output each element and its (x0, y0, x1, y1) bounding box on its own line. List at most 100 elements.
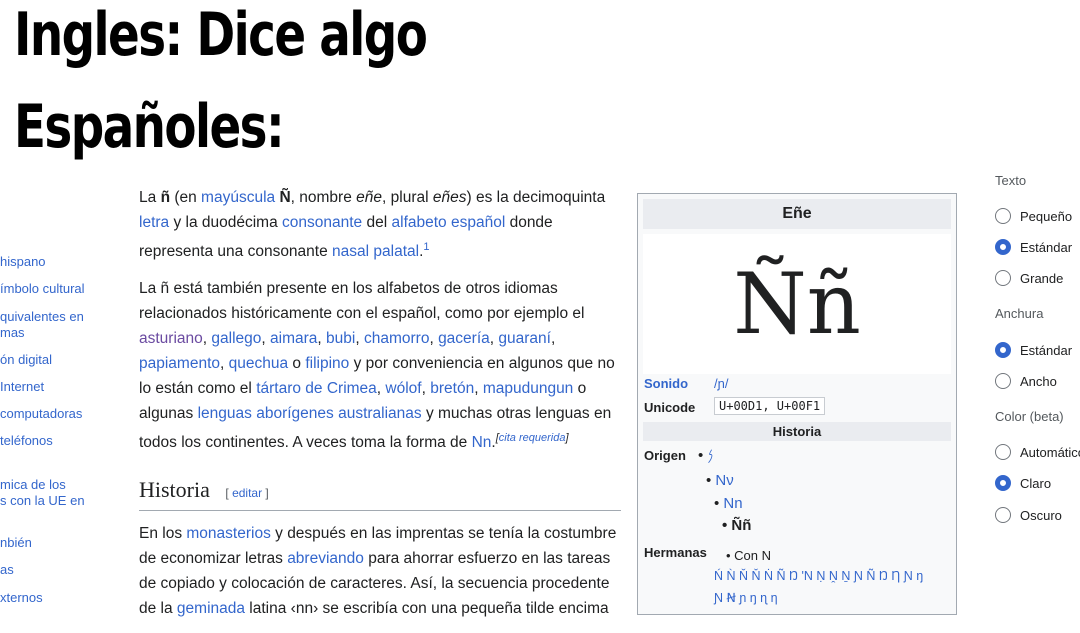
origen-item: • Nn (714, 495, 743, 512)
link-mapudungun[interactable]: mapudungun (483, 380, 574, 397)
origen-item: • Ññ (722, 517, 752, 534)
link-gaceria[interactable]: gacería (438, 330, 490, 347)
link-tartaro[interactable]: tártaro de Crimea (256, 380, 377, 397)
origen-item: • 𐤍 (698, 447, 714, 464)
hermanas-row[interactable]: Ń Ǹ Ň Ň Ṅ Ñ Ŋ 'N Ṇ Ṋ Ṉ Ɲ Ñ Ŋ Ƞ Ɲ ŋ (714, 569, 954, 583)
option-label: Grande (1020, 270, 1064, 286)
toc-item[interactable]: xternos (0, 590, 43, 605)
option-grande[interactable]: Grande (995, 270, 1063, 286)
link-monasterios[interactable]: monasterios (186, 525, 270, 542)
option-label: Oscuro (1020, 507, 1062, 523)
toc-item[interactable]: quivalentes en (0, 309, 84, 324)
text: En los (139, 525, 187, 543)
hermanas-label: Hermanas (644, 545, 707, 560)
option-estandar-width[interactable]: Estándar (995, 342, 1072, 358)
option-label: Automático (1020, 444, 1080, 460)
text: del (362, 214, 392, 231)
option-label: Pequeño (1020, 208, 1073, 224)
sonido-label: Sonido (644, 376, 688, 391)
origen-link[interactable]: 𐤍 (707, 447, 713, 464)
option-label: Estándar (1020, 239, 1073, 255)
option-oscuro[interactable]: Oscuro (995, 507, 1062, 523)
link-nn[interactable]: Nn (472, 434, 492, 451)
option-pequeno[interactable]: Pequeño (995, 208, 1072, 224)
link-quechua[interactable]: quechua (229, 355, 288, 372)
link-breton[interactable]: bretón (430, 380, 474, 397)
hermanas-row[interactable]: Ɲ Ꞥ ɲ ŋ ɳ ƞ (714, 590, 778, 605)
text: latina ‹nn› se escribía con una pequeña … (245, 600, 609, 618)
link-bubi[interactable]: bubi (326, 330, 355, 347)
citation-needed[interactable]: cita requerida (499, 432, 566, 444)
option-label: Estándar (1020, 342, 1073, 358)
edit-section: [ editar ] (225, 486, 269, 501)
paragraph-intro: La ñ (en mayúscula Ñ, nombre eñe, plural… (139, 189, 606, 261)
link-papiamento[interactable]: papiamento (139, 355, 220, 372)
origen-label: Origen (644, 448, 686, 463)
sonido-value: /ɲ/ (714, 376, 728, 391)
infobox-title: Eñe (643, 199, 951, 229)
link-letra[interactable]: letra (139, 214, 169, 231)
link-alfabeto-espanol[interactable]: alfabeto español (392, 214, 506, 231)
reference-1[interactable]: 1 (423, 241, 429, 253)
radio-icon[interactable] (995, 208, 1011, 224)
edit-link[interactable]: editar (232, 486, 262, 500)
link-mayuscula[interactable]: mayúscula (201, 189, 275, 206)
infobox-glyph: Ññ (643, 234, 951, 374)
paragraph-historia: En los monasterios y después en las impr… (139, 521, 621, 621)
toc-item[interactable]: teléfonos (0, 433, 53, 448)
option-label: Ancho (1020, 373, 1057, 389)
toc-item[interactable]: mas (0, 325, 25, 340)
radio-icon[interactable] (995, 373, 1011, 389)
option-estandar[interactable]: Estándar (995, 239, 1072, 255)
link-filipino[interactable]: filipino (305, 355, 349, 372)
anchura-heading: Anchura (995, 306, 1044, 321)
color-heading: Color (beta) (995, 409, 1064, 424)
text: (en (170, 189, 202, 206)
link-wolof[interactable]: wólof (385, 380, 421, 397)
origen-link[interactable]: Nν (715, 472, 733, 489)
link-chamorro[interactable]: chamorro (364, 330, 429, 347)
paragraph-languages: La ñ está también presente en los alfabe… (139, 280, 615, 452)
text: eñe (356, 189, 383, 206)
link-aimara[interactable]: aimara (270, 330, 317, 347)
toc-item[interactable]: computadoras (0, 406, 82, 421)
sonido-link[interactable]: Sonido (644, 376, 688, 391)
toc-item[interactable]: ímbolo cultural (0, 281, 85, 296)
toc-item[interactable]: s con la UE en (0, 493, 85, 508)
radio-selected-icon[interactable] (995, 342, 1011, 358)
option-ancho[interactable]: Ancho (995, 373, 1057, 389)
toc-item[interactable]: mica de los (0, 477, 66, 492)
radio-selected-icon[interactable] (995, 475, 1011, 491)
link-asturiano[interactable]: asturiano (139, 330, 203, 347)
radio-icon[interactable] (995, 270, 1011, 286)
unicode-code: U+00D1, U+00F1 (714, 397, 826, 415)
link-lenguas-australianas[interactable]: lenguas aborígenes australianas (198, 405, 422, 422)
text: o (288, 355, 306, 373)
option-automatico[interactable]: Automático (995, 444, 1080, 460)
toc-item[interactable]: nbién (0, 535, 32, 550)
text: eñes (432, 189, 467, 206)
origen-link[interactable]: Nn (723, 495, 742, 512)
text: , nombre (290, 189, 357, 206)
link-consonante[interactable]: consonante (282, 214, 362, 231)
toc-item[interactable]: Internet (0, 379, 44, 394)
link-nasal-palatal[interactable]: nasal palatal (332, 243, 419, 260)
origen-item: • Nν (706, 472, 734, 489)
radio-icon[interactable] (995, 507, 1011, 523)
radio-icon[interactable] (995, 444, 1011, 460)
text: ñ (160, 189, 171, 206)
texto-heading: Texto (995, 173, 1027, 188)
unicode-label: Unicode (644, 400, 696, 415)
meme-caption-top: Ingles: Dice algo (14, 0, 428, 70)
toc-item[interactable]: as (0, 562, 14, 577)
toc-item[interactable]: hispano (0, 254, 46, 269)
toc-item[interactable]: ón digital (0, 352, 52, 367)
link-guarani[interactable]: guaraní (498, 330, 551, 347)
link-geminada[interactable]: geminada (177, 600, 245, 617)
ipa-link[interactable]: /ɲ/ (714, 376, 728, 391)
link-abreviando[interactable]: abreviando (287, 550, 364, 567)
radio-selected-icon[interactable] (995, 239, 1011, 255)
text: Ñ (279, 189, 291, 206)
option-claro[interactable]: Claro (995, 475, 1051, 491)
link-gallego[interactable]: gallego (211, 330, 261, 347)
